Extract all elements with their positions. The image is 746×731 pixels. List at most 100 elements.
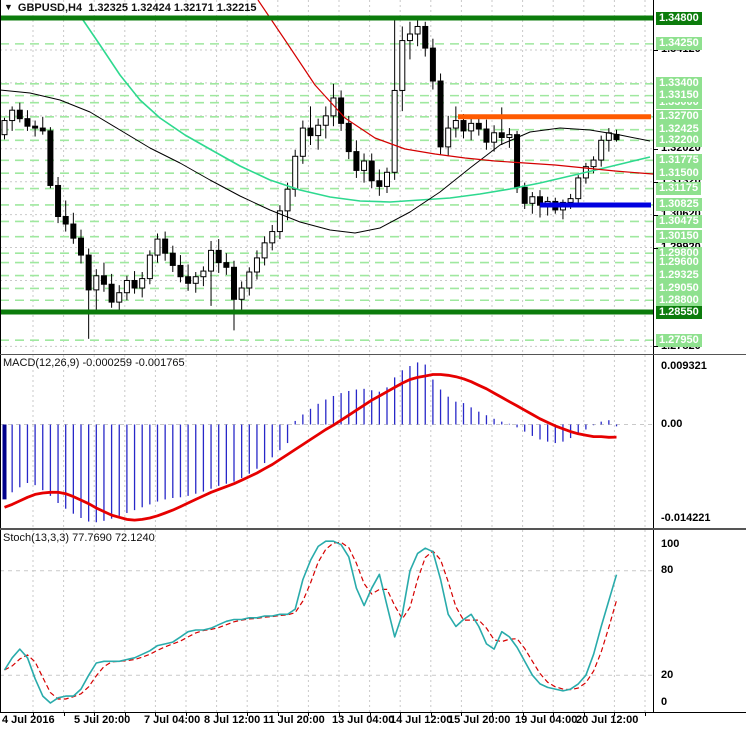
bear-candle [16, 109, 23, 120]
bear-candle [215, 249, 222, 264]
bull-candle [391, 89, 398, 173]
bull-candle [146, 254, 153, 280]
price-axis-label-level: 1.29325 [656, 269, 702, 283]
bear-candle [62, 216, 69, 225]
stoch-signal-line [4, 541, 618, 700]
macd-indicator-name: MACD(12,26,9) [3, 357, 80, 369]
bear-candle [177, 264, 184, 278]
bull-candle [284, 188, 291, 212]
bull-candle [261, 242, 268, 259]
bull-candle [292, 155, 299, 190]
bull-candle [246, 271, 253, 289]
macd-panel[interactable] [0, 355, 746, 529]
macd-header: MACD(12,26,9) -0.000259 -0.001765 [3, 357, 185, 369]
main-chart[interactable] [0, 0, 746, 354]
macd-axis-max: 0.009321 [661, 359, 707, 372]
ma-red-slow [257, 0, 654, 175]
bear-candle [131, 279, 138, 289]
bull-candle [399, 40, 406, 91]
price-axis-label-strong: 1.34800 [656, 11, 702, 25]
bear-candle [460, 120, 467, 132]
bull-candle [590, 159, 597, 168]
bear-candle [47, 130, 54, 186]
bear-candle [100, 275, 107, 285]
bear-candle [376, 180, 383, 187]
stoch-axis-80: 80 [661, 564, 674, 577]
bull-candle [361, 160, 368, 171]
price-axis-tick-mark [653, 247, 658, 249]
bear-candle [185, 276, 192, 284]
stoch-axis-20: 20 [661, 668, 674, 681]
price-axis-label-level: 1.30475 [656, 214, 702, 228]
ma-black-mid [0, 89, 651, 234]
bear-candle [169, 252, 176, 266]
macd-axis-min: -0.014221 [661, 511, 711, 524]
stoch-indicator-name: Stoch(13,3,3) [3, 532, 70, 544]
bear-candle [55, 184, 62, 218]
stoch-header: Stoch(13,3,3) 77.7690 72.1240 [3, 532, 155, 544]
bear-candle [514, 134, 521, 188]
bear-candle [78, 237, 84, 256]
bull-candle [322, 115, 329, 126]
bear-candle [353, 151, 360, 171]
bear-candle [338, 97, 345, 124]
bull-candle [445, 127, 452, 148]
bear-candle [39, 127, 46, 132]
bear-candle [437, 80, 444, 148]
macd-stoch-separator[interactable] [0, 528, 746, 530]
bull-candle [208, 249, 215, 272]
macd-axis-zero: 0.00 [661, 418, 683, 430]
bear-candle [307, 127, 314, 137]
main-macd-separator[interactable] [0, 354, 746, 355]
time-axis-label: 4 Jul 2016 [2, 714, 55, 726]
ma-green-fast [82, 19, 651, 203]
left-border [0, 0, 1, 712]
bear-candle [498, 132, 505, 138]
bull-candle [253, 257, 260, 273]
bear-candle [108, 283, 115, 303]
price-axis-label-level: 1.31175 [656, 182, 702, 196]
bear-candle [521, 186, 528, 204]
bull-candle [116, 292, 123, 303]
time-axis-label: 20 Jul 12:00 [576, 714, 639, 726]
bull-candle [452, 120, 459, 129]
bear-candle [223, 262, 230, 268]
bull-candle [406, 33, 413, 42]
price-axis-label-level: 1.31775 [656, 153, 702, 167]
stoch-value-main: 77.7690 [72, 532, 112, 544]
price-axis-label-level: 1.32200 [656, 133, 702, 147]
time-axis-label: 8 Jul 12:00 [204, 714, 261, 726]
price-axis-label-strong: 1.28550 [656, 305, 702, 319]
bear-candle [422, 25, 429, 49]
stoch-panel[interactable] [0, 530, 746, 712]
bull-candle [598, 139, 605, 161]
macd-value-signal: -0.001765 [135, 357, 185, 369]
bear-candle [24, 118, 31, 127]
price-axis-tick-mark [653, 214, 658, 216]
price-axis-label-level: 1.30825 [656, 198, 702, 212]
time-axis-border [0, 712, 746, 713]
stoch-value-signal: 72.1240 [114, 532, 155, 544]
bear-candle [429, 47, 436, 82]
price-axis-label-level: 1.27950 [656, 333, 702, 347]
bear-candle [32, 125, 39, 129]
time-axis-label: 13 Jul 04:00 [332, 714, 395, 726]
bull-candle [139, 278, 146, 289]
bull-candle [529, 196, 536, 204]
bull-candle [93, 275, 100, 291]
bull-candle [315, 124, 322, 137]
bear-candle [231, 266, 237, 300]
bull-candle [567, 198, 574, 203]
bull-candle [269, 231, 276, 244]
price-axis-label-level: 1.29600 [656, 256, 702, 270]
symbol-dropdown-icon[interactable]: ▼ [4, 2, 13, 12]
stoch-axis-0: 0 [661, 695, 668, 708]
ohlc-low: 1.32171 [173, 2, 214, 14]
bear-candle [475, 122, 482, 130]
price-axis-tick-mark [653, 181, 658, 183]
chart-window: ▼ GBPUSD,H4 1.32325 1.32424 1.32171 1.322… [0, 0, 746, 731]
price-axis-border[interactable] [653, 0, 654, 712]
bull-candle [200, 270, 207, 278]
symbol-period-label: GBPUSD,H4 [17, 2, 83, 14]
bear-candle [483, 128, 490, 143]
